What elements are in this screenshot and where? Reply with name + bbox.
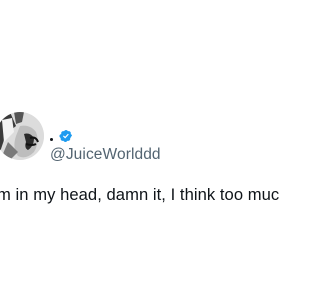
author-avatar[interactable] (0, 112, 44, 160)
verified-badge-icon (59, 129, 73, 143)
author-handle[interactable]: @JuiceWorlddd (50, 146, 161, 164)
author-name-row (50, 130, 73, 142)
avatar-photo-icon (0, 112, 44, 160)
tweet-card: @JuiceWorlddd m in my head, damn it, I t… (0, 0, 300, 300)
author-display-name[interactable] (50, 137, 53, 141)
tweet-text: m in my head, damn it, I think too muc (0, 185, 280, 204)
